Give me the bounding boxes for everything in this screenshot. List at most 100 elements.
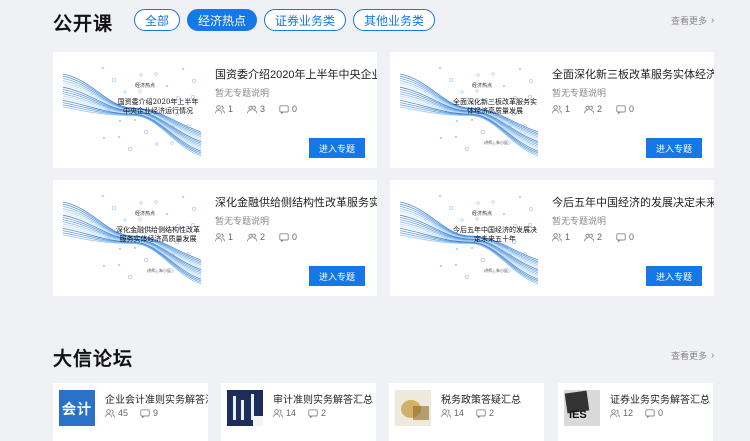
stat-members-value: 14 — [286, 408, 297, 418]
stat-comments: 0 — [279, 104, 297, 114]
thumbnail-title: 深化金融供给侧结构性改革服务实体经济高质量发展 — [116, 226, 200, 243]
forum-thumbnail[interactable]: IES — [564, 390, 600, 426]
forum-stats: 14 2 — [441, 408, 494, 418]
course-thumbnail[interactable]: 经济热点 今后五年中国经济的发展决定未来五十年 讲师：朱小区 — [400, 190, 538, 286]
course-thumbnail[interactable]: 经济热点全面深化新三板改革服务实体经济高质量发展讲师：朱小区 — [400, 62, 538, 158]
course-card[interactable]: 经济热点 国资委介绍2020年上半年中央企业经济运行情况 国资委介绍2020年上半年… — [53, 52, 377, 168]
thumbnail-footer: 讲师：朱小区 — [484, 140, 508, 145]
enter-topic-button[interactable]: 进入专题 — [646, 138, 702, 158]
stat-members: 14 — [273, 408, 296, 418]
tab-other[interactable]: 其他业务类 — [353, 9, 436, 31]
stat-comments-value: 0 — [292, 104, 298, 114]
tab-securities[interactable]: 证券业务类 — [264, 9, 347, 31]
stat-groups-value: 2 — [597, 104, 603, 114]
course-thumbnail[interactable]: 经济热点 国资委介绍2020年上半年中央企业经济运行情况 — [63, 62, 201, 158]
group-icon — [584, 105, 595, 114]
comment-icon — [140, 408, 150, 418]
forum-thumbnail[interactable] — [227, 390, 263, 426]
stat-comments: 9 — [140, 408, 158, 418]
stat-groups-value: 2 — [597, 232, 603, 242]
comment-icon — [645, 408, 655, 418]
stat-comments-value: 0 — [629, 232, 635, 242]
thumbnail-footer: 讲师：朱小区 — [484, 268, 508, 273]
stat-groups: 3 — [247, 104, 265, 114]
users-icon — [215, 104, 225, 114]
forum-thumbnail[interactable]: 会计 — [59, 390, 95, 426]
course-title[interactable]: 今后五年中国经济的发展决定未来五十年 — [552, 194, 714, 210]
stat-groups-value: 2 — [260, 232, 266, 242]
forum-card[interactable]: IES 证券业务实务解答汇总 12 0 — [558, 383, 713, 441]
stat-comments: 0 — [279, 232, 297, 242]
stat-comments-value: 0 — [629, 104, 635, 114]
more-label: 查看更多 — [671, 16, 708, 26]
stat-members-value: 1 — [228, 104, 234, 114]
users-icon — [552, 232, 562, 242]
stat-members: 1 — [215, 232, 233, 242]
open-course-more-link[interactable]: 查看更多 › — [671, 14, 714, 27]
comment-icon — [279, 104, 289, 114]
thumbnail-category: 经济热点 — [472, 83, 493, 89]
forum-more-link[interactable]: 查看更多 › — [671, 349, 714, 362]
stat-groups-value: 3 — [260, 104, 266, 114]
comment-icon — [616, 104, 626, 114]
stat-members: 45 — [105, 408, 128, 418]
stat-members-value: 14 — [454, 408, 465, 418]
forum-card[interactable]: 会计企业会计准则实务解答汇总 45 9 — [53, 383, 208, 441]
forum-thumb-text: 会计 — [62, 401, 92, 417]
forum-thumbnail[interactable] — [395, 390, 431, 426]
chevron-right-icon: › — [711, 350, 715, 361]
stat-comments: 2 — [476, 408, 494, 418]
forum-card[interactable]: 审计准则实务解答汇总 14 2 — [221, 383, 376, 441]
users-icon — [273, 408, 283, 418]
thumbnail-category: 经济热点 — [135, 211, 156, 217]
course-card[interactable]: 经济热点 深化金融供给侧结构性改革服务实体经济高质量发展 讲师：朱小区 深化金融供给侧… — [53, 180, 377, 296]
forum-card[interactable]: 税务政策答疑汇总 14 2 — [389, 383, 544, 441]
stat-comments-value: 2 — [489, 408, 495, 418]
tab-economic-hotspot[interactable]: 经济热点 — [187, 9, 258, 31]
forum-stats: 14 2 — [273, 408, 326, 418]
forum-title-text[interactable]: 企业会计准则实务解答汇总 — [105, 391, 208, 406]
category-tabs: 全部 经济热点 证券业务类 其他业务类 — [134, 9, 436, 31]
course-card[interactable]: 经济热点 今后五年中国经济的发展决定未来五十年 讲师：朱小区 今后五年中国经济的发展决… — [390, 180, 714, 296]
stat-comments: 0 — [616, 104, 634, 114]
stat-comments: 0 — [645, 408, 663, 418]
stat-groups: 2 — [584, 232, 602, 242]
enter-topic-button[interactable]: 进入专题 — [646, 266, 702, 286]
forum-title-text[interactable]: 审计准则实务解答汇总 — [273, 391, 376, 406]
open-course-title: 公开课 — [53, 14, 114, 35]
course-description: 暂无专题说明 — [215, 88, 270, 98]
group-icon — [247, 233, 258, 242]
forum-title-text[interactable]: 税务政策答疑汇总 — [441, 391, 544, 406]
stat-comments-value: 9 — [153, 408, 159, 418]
enter-topic-button[interactable]: 进入专题 — [309, 138, 365, 158]
users-icon — [552, 104, 562, 114]
stat-comments: 0 — [616, 232, 634, 242]
course-title[interactable]: 全面深化新三板改革服务实体经济高质量 — [552, 66, 714, 82]
comment-icon — [308, 408, 318, 418]
group-icon — [247, 105, 258, 114]
stat-members-value: 45 — [118, 408, 129, 418]
stat-members: 12 — [610, 408, 633, 418]
course-description: 暂无专题说明 — [552, 88, 607, 98]
tab-all[interactable]: 全部 — [134, 9, 181, 31]
forum-title: 大信论坛 — [53, 349, 134, 370]
thumbnail-title: 全面深化新三板改革服务实体经济高质量发展 — [453, 98, 537, 115]
course-stats: 1 2 0 — [552, 104, 634, 114]
stat-groups: 2 — [247, 232, 265, 242]
stat-members-value: 1 — [565, 232, 571, 242]
thumbnail-title: 今后五年中国经济的发展决定未来五十年 — [453, 226, 537, 243]
stat-comments-value: 0 — [292, 232, 298, 242]
course-description: 暂无专题说明 — [552, 216, 607, 226]
course-thumbnail[interactable]: 经济热点 深化金融供给侧结构性改革服务实体经济高质量发展 讲师：朱小区 — [63, 190, 201, 286]
course-card[interactable]: 经济热点 全面深化新三板改革服务实体经济高质量发展 讲师：朱小区 全面深化新三板改革服… — [390, 52, 714, 168]
enter-topic-button[interactable]: 进入专题 — [309, 266, 365, 286]
comment-icon — [279, 232, 289, 242]
stat-groups: 2 — [584, 104, 602, 114]
users-icon — [441, 408, 451, 418]
course-stats: 1 2 0 — [215, 232, 297, 242]
stat-members-value: 12 — [623, 408, 634, 418]
users-icon — [215, 232, 225, 242]
course-title[interactable]: 国资委介绍2020年上半年中央企业经济 — [215, 66, 377, 82]
forum-title-text[interactable]: 证券业务实务解答汇总 — [610, 391, 713, 406]
course-title[interactable]: 深化金融供给侧结构性改革服务实体经济 — [215, 194, 377, 210]
